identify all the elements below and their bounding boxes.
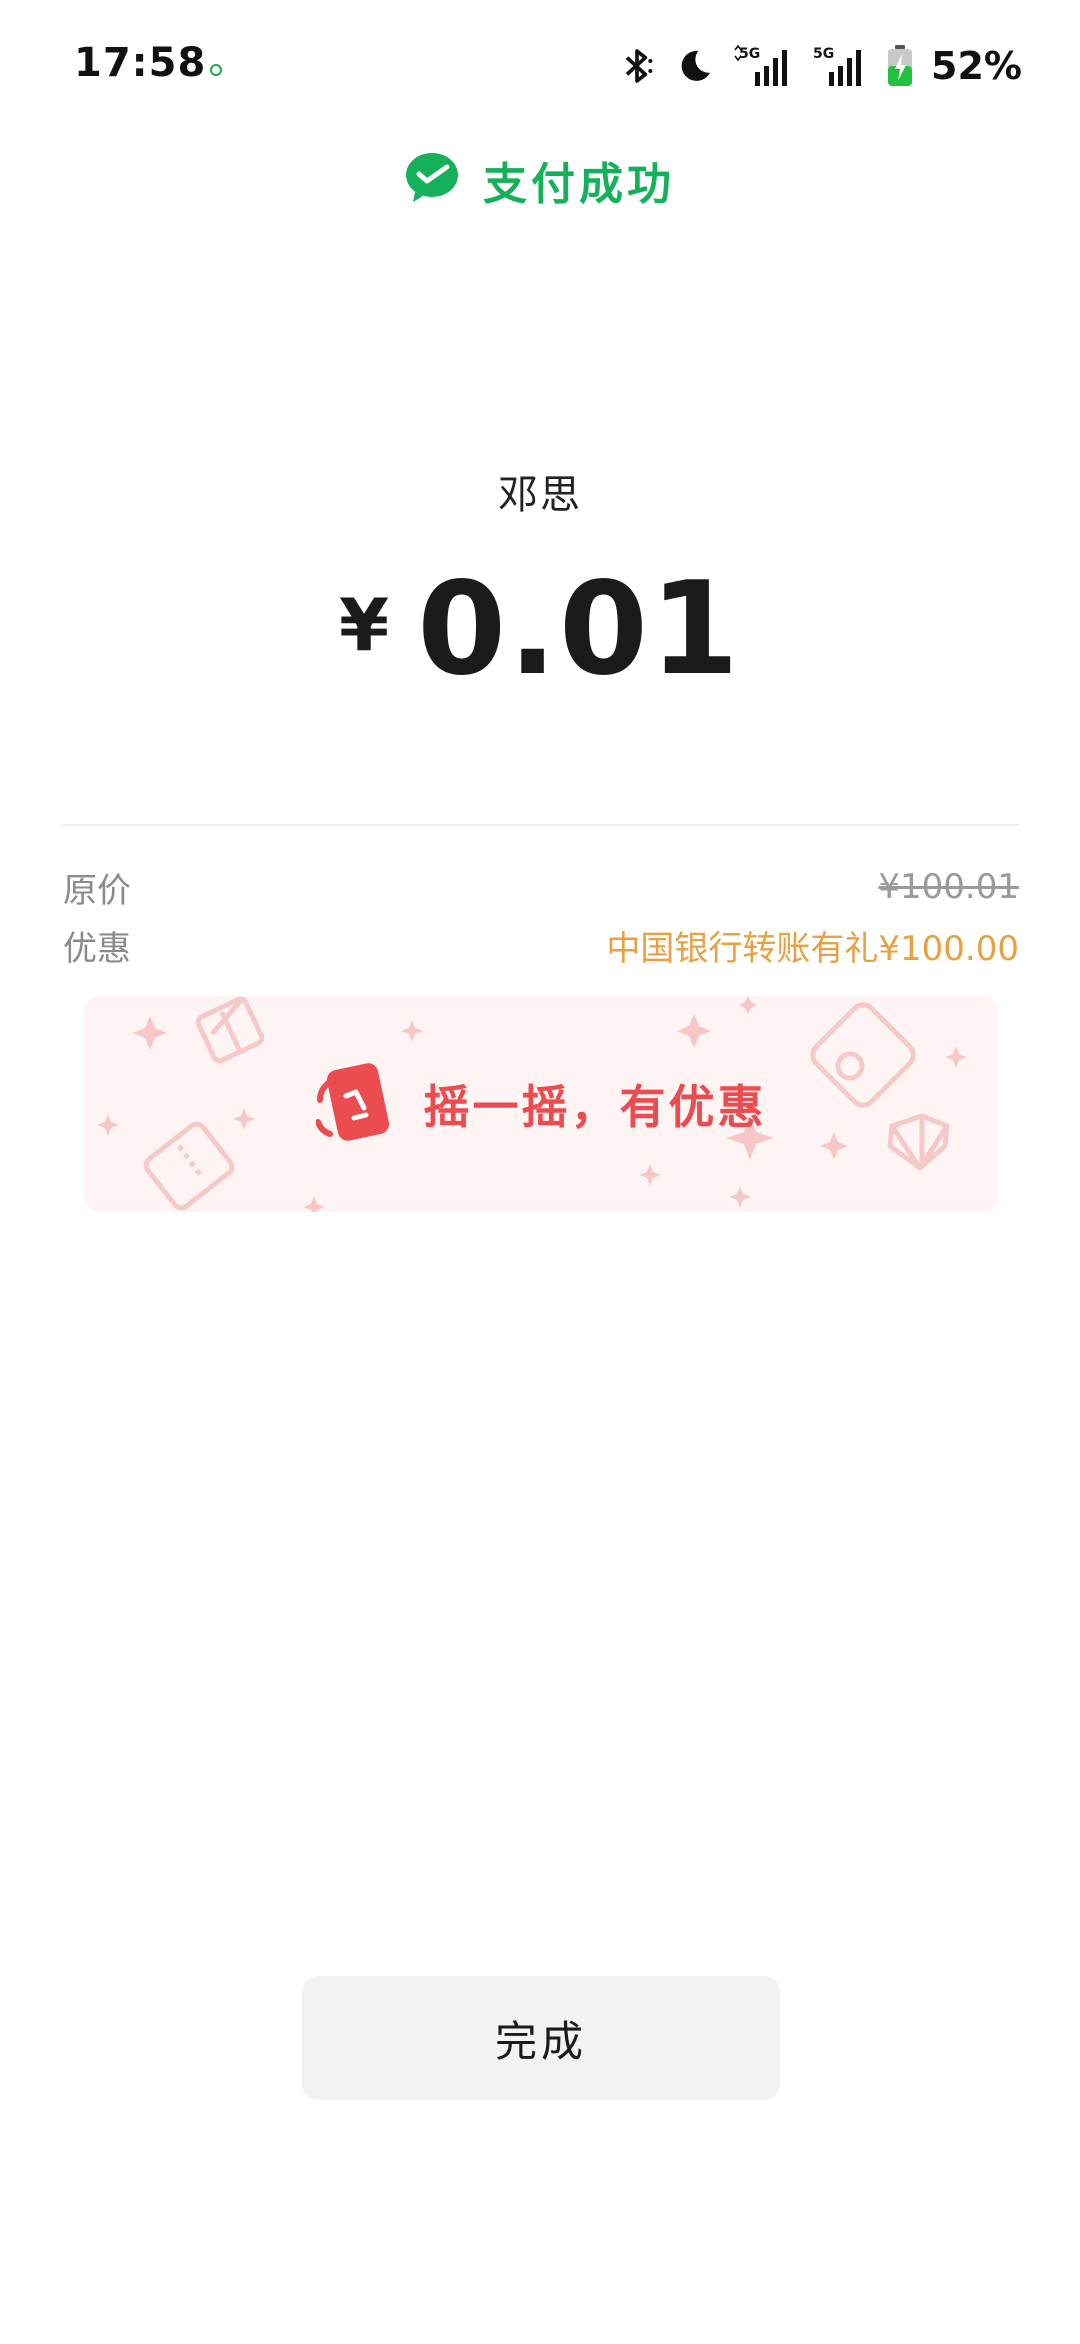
shake-phone-icon: [314, 1060, 400, 1148]
discount-row: 优惠 中国银行转账有礼¥100.00: [63, 920, 1019, 970]
discount-label: 优惠: [63, 928, 131, 969]
status-icons: 5G 5G 52%: [617, 44, 1022, 88]
battery-charging-icon: [887, 45, 913, 87]
payee-name: 邓思: [498, 472, 582, 518]
signal-5g-icon-1: 5G: [733, 44, 795, 88]
svg-text:5G: 5G: [739, 46, 760, 62]
status-time: 17:58: [74, 40, 207, 86]
discount-value: 中国银行转账有礼¥100.00: [606, 928, 1019, 969]
bluetooth-icon: [617, 46, 657, 86]
original-price-label: 原价: [63, 870, 131, 911]
payment-amount: ¥ 0.01: [0, 565, 1080, 695]
done-button[interactable]: 完成: [302, 1976, 780, 2100]
notification-dot-icon: [210, 64, 222, 76]
shake-promo-banner[interactable]: 摇一摇，有优惠: [84, 996, 998, 1212]
wechat-pay-icon: [405, 152, 461, 208]
divider: [63, 824, 1019, 826]
currency-symbol: ¥: [339, 583, 390, 667]
do-not-disturb-moon-icon: [675, 46, 715, 86]
original-price-row: 原价 ¥100.01: [63, 862, 1019, 912]
svg-text:5G: 5G: [813, 46, 834, 62]
page-title: 支付成功: [483, 159, 675, 210]
original-price-value: ¥100.01: [878, 867, 1019, 907]
status-bar: 17:58 5G 5G 52%: [0, 0, 1080, 130]
signal-5g-icon-2: 5G: [813, 44, 869, 88]
shake-promo-text: 摇一摇，有优惠: [423, 1080, 767, 1134]
amount-value: 0.01: [417, 555, 741, 704]
battery-percentage: 52%: [931, 44, 1022, 88]
payment-success-header: 支付成功: [0, 148, 1080, 212]
